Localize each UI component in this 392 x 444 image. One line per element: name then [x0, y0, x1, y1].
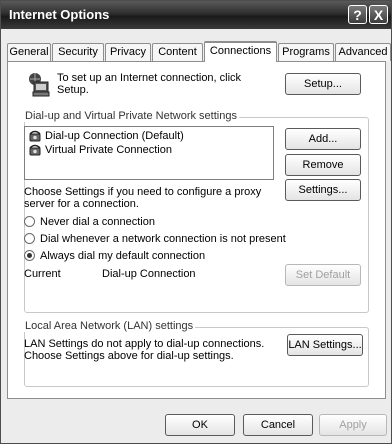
proxy-instruction-line2: server for a connection.: [24, 198, 139, 210]
dialup-group-label: Dial-up and Virtual Private Network sett…: [23, 110, 239, 122]
remove-button[interactable]: Remove: [285, 154, 361, 176]
current-connection-value: Dial-up Connection: [102, 268, 196, 280]
tab-programs[interactable]: Programs: [278, 43, 334, 61]
setup-instruction-line1: To set up an Internet connection, click: [57, 72, 242, 84]
setup-button[interactable]: Setup...: [285, 73, 361, 95]
radio-button[interactable]: [24, 233, 35, 244]
tab-security[interactable]: Security: [52, 43, 104, 61]
tab-advanced[interactable]: Advanced: [335, 43, 391, 61]
tab-privacy[interactable]: Privacy: [105, 43, 151, 61]
list-item-label: Dial-up Connection (Default): [45, 130, 184, 142]
dialup-connection-icon: [29, 130, 41, 142]
radio-button[interactable]: [24, 216, 35, 227]
setup-instruction-line2: Setup.: [57, 84, 89, 96]
internet-options-dialog: Internet Options ? X General Security Pr…: [0, 0, 392, 444]
connections-panel: To set up an Internet connection, click …: [7, 61, 386, 399]
add-button[interactable]: Add...: [285, 128, 361, 150]
lan-instruction-line2: Choose Settings above for dial-up settin…: [24, 350, 234, 362]
radio-label: Always dial my default connection: [40, 250, 206, 262]
close-button[interactable]: X: [369, 5, 388, 24]
tab-content[interactable]: Content: [152, 43, 203, 61]
connections-list[interactable]: Dial-up Connection (Default) Virtual Pri…: [24, 126, 274, 180]
lan-instruction-line1: LAN Settings do not apply to dial-up con…: [24, 338, 265, 350]
settings-button[interactable]: Settings...: [285, 179, 361, 201]
ok-button[interactable]: OK: [165, 414, 235, 436]
radio-label: Dial whenever a network connection is no…: [40, 233, 286, 245]
lan-group-label: Local Area Network (LAN) settings: [23, 320, 196, 332]
proxy-instruction-line1: Choose Settings if you need to configure…: [24, 186, 262, 198]
radio-button[interactable]: [24, 250, 35, 261]
set-default-button[interactable]: Set Default: [285, 264, 361, 286]
tab-general[interactable]: General: [7, 43, 51, 61]
tab-connections[interactable]: Connections: [204, 41, 277, 62]
cancel-button[interactable]: Cancel: [243, 414, 313, 436]
title-bar[interactable]: Internet Options ? X: [1, 1, 391, 29]
window-title: Internet Options: [9, 7, 110, 22]
lan-settings-button[interactable]: LAN Settings...: [287, 334, 363, 356]
list-item-label: Virtual Private Connection: [45, 144, 172, 156]
radio-label: Never dial a connection: [40, 216, 155, 228]
network-computer-icon: [29, 73, 50, 97]
vpn-connection-icon: [29, 144, 41, 156]
apply-button[interactable]: Apply: [319, 414, 387, 436]
current-label: Current: [24, 268, 61, 280]
help-button[interactable]: ?: [348, 5, 367, 24]
